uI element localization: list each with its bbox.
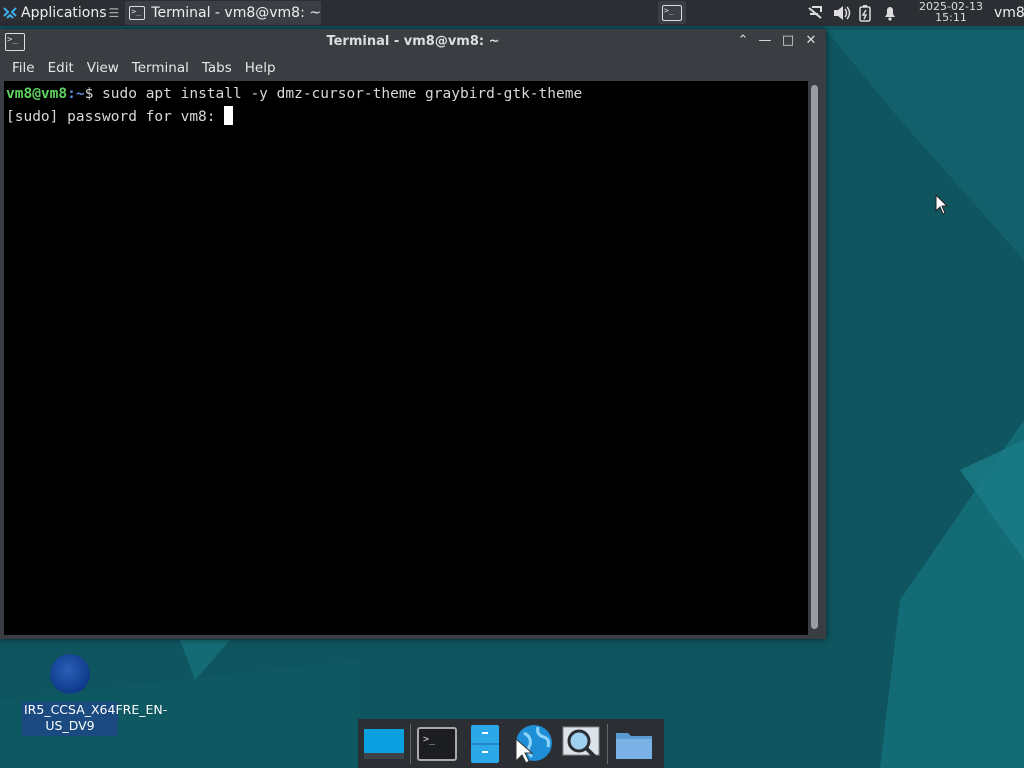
network-icon[interactable] [806,4,826,22]
applications-label: Applications [21,5,107,21]
prompt-user: vm8@vm8 [6,86,68,102]
panel-user-menu[interactable]: vm8 [994,5,1024,21]
show-desktop-icon [364,728,404,759]
clock-time: 15:11 [935,11,967,24]
taskbar-terminal-button[interactable]: >_ Terminal - vm8@vm8: ~ [125,1,322,25]
keep-above-button[interactable]: ⌃ [734,32,752,50]
terminal-icon: >_ [662,4,682,21]
terminal-output[interactable]: vm8@vm8:~$ sudo apt install -y dmz-curso… [4,81,808,635]
panel-clock[interactable]: 2025-02-13 15:11 [916,1,986,23]
menu-terminal[interactable]: Terminal [132,60,189,76]
dock-web-browser[interactable] [511,722,555,766]
command-line: vm8@vm8:~$ sudo apt install -y dmz-curso… [6,83,806,106]
menubar: File Edit View Terminal Tabs Help [0,56,277,80]
terminal-window: >_ Terminal - vm8@vm8: ~ ⌃ — □ ✕ File Ed… [0,29,826,639]
dock-file-cabinet[interactable] [463,722,507,766]
web-browser-globe-icon [515,724,552,764]
prompt-path: :~ [67,86,85,102]
minimize-button[interactable]: — [756,32,774,50]
scrollbar-thumb[interactable] [811,85,818,629]
mouse-pointer-icon [935,194,949,215]
system-tray [806,0,898,26]
prompt-symbol: $ [84,86,94,102]
menu-tabs[interactable]: Tabs [202,60,232,76]
optical-disc-icon [50,654,90,694]
xfce-logo-icon [3,7,17,19]
applications-menu-button[interactable]: Applications ☰ [0,0,123,26]
menu-file[interactable]: File [12,60,35,76]
dock-home-folder[interactable] [612,722,656,766]
battery-icon[interactable] [858,4,872,22]
window-title: Terminal - vm8@vm8: ~ [326,34,500,49]
command-text: sudo apt install -y dmz-cursor-theme gra… [93,86,583,102]
svg-text:>_: >_ [423,734,436,745]
dock-separator [607,723,608,764]
terminal-icon: >_ [417,726,457,761]
volume-icon[interactable] [832,4,852,22]
desktop-icon-label: IR5_CCSA_X64FRE_EN-US_DV9 [22,702,167,736]
dock-app-finder[interactable] [559,722,603,766]
menu-edit[interactable]: Edit [48,60,74,76]
bottom-dock: >_ [358,719,664,768]
window-titlebar[interactable]: >_ Terminal - vm8@vm8: ~ ⌃ — □ ✕ [0,29,826,55]
folder-icon [616,732,652,759]
terminal-icon: >_ [129,6,146,20]
maximize-button[interactable]: □ [779,32,797,50]
menu-view[interactable]: View [87,60,119,76]
close-button[interactable]: ✕ [802,32,820,50]
password-line: [sudo] password for vm8: [6,106,806,129]
taskbar-terminal-title: Terminal - vm8@vm8: ~ [151,5,321,21]
desktop-icon-disc-image[interactable]: IR5_CCSA_X64FRE_EN-US_DV9 [22,654,167,736]
text-cursor [224,106,234,125]
dock-show-desktop[interactable] [362,722,406,766]
password-prompt: [sudo] password for vm8: [6,109,225,125]
dock-terminal[interactable]: >_ [415,722,459,766]
scrollbar[interactable] [808,81,822,635]
magnifier-search-icon [562,726,600,760]
notification-bell-icon[interactable] [882,4,898,22]
dock-separator [410,723,411,764]
menu-separator-icon: ☰ [108,6,120,20]
menu-help[interactable]: Help [245,60,276,76]
file-cabinet-icon [471,724,499,763]
panel-terminal-launcher[interactable]: >_ [658,1,686,24]
